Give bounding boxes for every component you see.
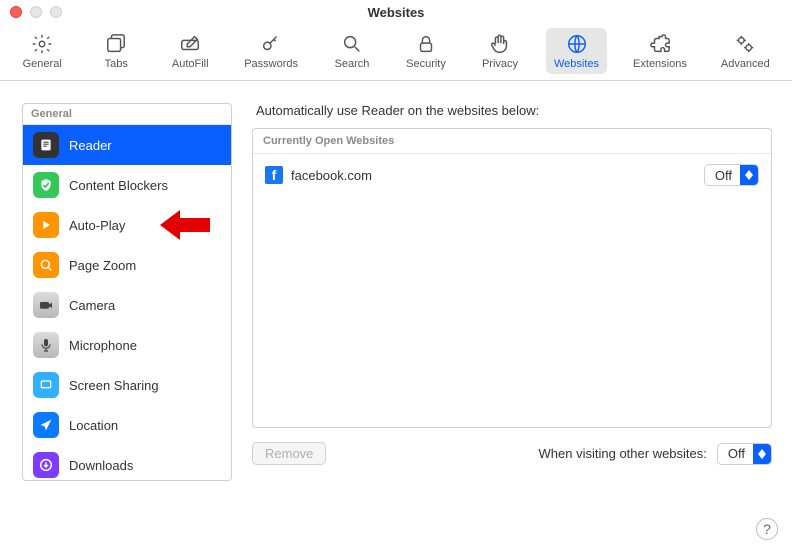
website-domain: facebook.com [291, 168, 704, 183]
facebook-icon: f [265, 166, 283, 184]
panel-heading: Automatically use Reader on the websites… [256, 103, 772, 118]
camera-icon [33, 292, 59, 318]
dropdown-value: Off [705, 168, 740, 183]
tab-privacy[interactable]: Privacy [472, 28, 528, 74]
gear-icon [29, 32, 55, 56]
sidebar-item-microphone[interactable]: Microphone [23, 325, 231, 365]
tab-security[interactable]: Security [398, 28, 454, 74]
chevron-up-down-icon [753, 444, 771, 464]
toolbar-label: Privacy [482, 58, 518, 70]
toolbar-label: AutoFill [172, 58, 209, 70]
zoom-icon [33, 252, 59, 278]
sidebar-item-label: Reader [69, 138, 112, 153]
sidebar-item-screen-sharing[interactable]: Screen Sharing [23, 365, 231, 405]
toolbar-label: General [23, 58, 62, 70]
shield-check-icon [33, 172, 59, 198]
website-row[interactable]: f facebook.com Off [253, 154, 771, 196]
sidebar-item-label: Microphone [69, 338, 137, 353]
lock-icon [413, 32, 439, 56]
search-icon [339, 32, 365, 56]
panel-footer: Remove When visiting other websites: Off [252, 442, 772, 465]
tab-websites[interactable]: Websites [546, 28, 607, 74]
sidebar-item-downloads[interactable]: Downloads [23, 445, 231, 480]
tabs-icon [103, 32, 129, 56]
window-controls [10, 6, 62, 18]
key-icon [258, 32, 284, 56]
sidebar-item-label: Auto-Play [69, 218, 125, 233]
toolbar-label: Extensions [633, 58, 687, 70]
globe-icon [564, 32, 590, 56]
remove-button[interactable]: Remove [252, 442, 326, 465]
hand-icon [487, 32, 513, 56]
sidebar-item-label: Downloads [69, 458, 133, 473]
tab-extensions[interactable]: Extensions [625, 28, 695, 74]
screen-sharing-icon [33, 372, 59, 398]
tab-general[interactable]: General [14, 28, 70, 74]
tab-advanced[interactable]: Advanced [713, 28, 778, 74]
toolbar-label: Websites [554, 58, 599, 70]
toolbar-label: Passwords [244, 58, 298, 70]
toolbar-label: Search [335, 58, 370, 70]
tab-autofill[interactable]: AutoFill [162, 28, 218, 74]
tab-tabs[interactable]: Tabs [88, 28, 144, 74]
autofill-icon [177, 32, 203, 56]
sidebar-item-auto-play[interactable]: Auto-Play [23, 205, 231, 245]
reader-icon [33, 132, 59, 158]
toolbar-label: Tabs [105, 58, 128, 70]
close-window-button[interactable] [10, 6, 22, 18]
zoom-window-button[interactable] [50, 6, 62, 18]
help-icon: ? [763, 521, 771, 537]
gears-icon [732, 32, 758, 56]
sidebar-item-location[interactable]: Location [23, 405, 231, 445]
open-websites-list: Currently Open Websites f facebook.com O… [252, 128, 772, 428]
other-websites-label: When visiting other websites: [539, 446, 707, 461]
sidebar-list: Reader Content Blockers Auto-Play Page Z… [23, 125, 231, 480]
sidebar-item-label: Camera [69, 298, 115, 313]
open-websites-header: Currently Open Websites [253, 129, 771, 154]
microphone-icon [33, 332, 59, 358]
sidebar-item-label: Screen Sharing [69, 378, 159, 393]
sidebar-header: General [23, 104, 231, 125]
dropdown-value: Off [718, 446, 753, 461]
sidebar-item-label: Content Blockers [69, 178, 168, 193]
tab-search[interactable]: Search [324, 28, 380, 74]
other-websites-dropdown[interactable]: Off [717, 443, 772, 465]
window-title: Websites [0, 5, 792, 20]
sidebar-item-label: Location [69, 418, 118, 433]
main-panel: Automatically use Reader on the websites… [252, 103, 772, 481]
content-area: General Reader Content Blockers Auto-Pla… [0, 81, 792, 481]
titlebar: Websites [0, 0, 792, 24]
sidebar-item-content-blockers[interactable]: Content Blockers [23, 165, 231, 205]
sidebar-item-camera[interactable]: Camera [23, 285, 231, 325]
tab-passwords[interactable]: Passwords [236, 28, 306, 74]
minimize-window-button[interactable] [30, 6, 42, 18]
play-icon [33, 212, 59, 238]
sidebar-item-label: Page Zoom [69, 258, 136, 273]
toolbar-label: Security [406, 58, 446, 70]
location-icon [33, 412, 59, 438]
chevron-up-down-icon [740, 165, 758, 185]
puzzle-icon [647, 32, 673, 56]
toolbar-label: Advanced [721, 58, 770, 70]
preferences-toolbar: General Tabs AutoFill Passwords Search S… [0, 24, 792, 81]
download-icon [33, 452, 59, 478]
sidebar-item-reader[interactable]: Reader [23, 125, 231, 165]
row-setting-dropdown[interactable]: Off [704, 164, 759, 186]
category-sidebar: General Reader Content Blockers Auto-Pla… [22, 103, 232, 481]
help-button[interactable]: ? [756, 518, 778, 540]
sidebar-item-page-zoom[interactable]: Page Zoom [23, 245, 231, 285]
